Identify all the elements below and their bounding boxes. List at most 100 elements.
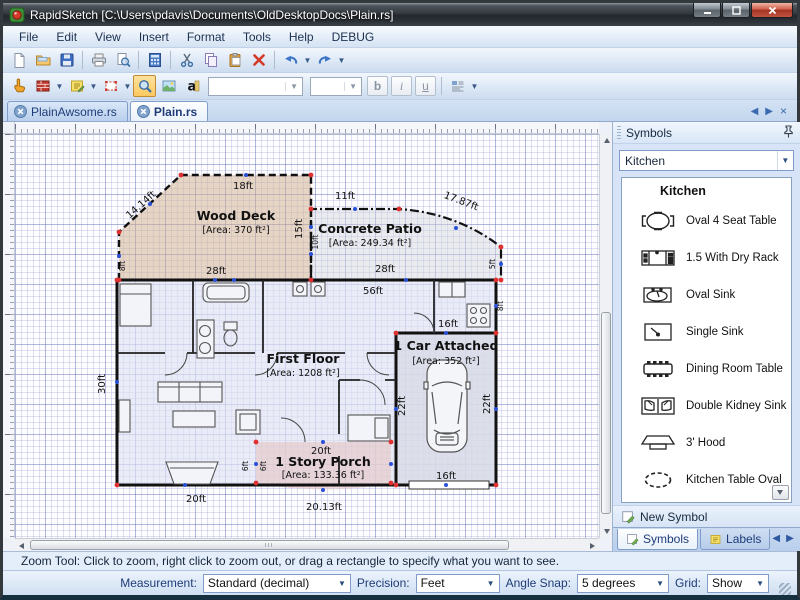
text-tool-icon[interactable]: a bbox=[181, 75, 204, 97]
symbol-group-title: Kitchen bbox=[622, 178, 791, 202]
precision-select[interactable]: Feet▼ bbox=[416, 574, 500, 593]
chevron-down-icon: ▼ bbox=[752, 579, 768, 588]
menu-tools[interactable]: Tools bbox=[235, 28, 279, 46]
sink-dry-rack-icon bbox=[636, 245, 680, 271]
tab-plain[interactable]: Plain.rs bbox=[130, 101, 208, 121]
tab-close-all-icon[interactable]: × bbox=[780, 104, 787, 118]
measurement-select[interactable]: Standard (decimal)▼ bbox=[203, 574, 351, 593]
dim-deck-bottom: 28ft bbox=[206, 266, 226, 277]
redo-icon[interactable] bbox=[313, 49, 336, 71]
menu-edit[interactable]: Edit bbox=[48, 28, 85, 46]
list-item[interactable]: 3' Hood bbox=[622, 424, 791, 461]
scroll-left-icon[interactable] bbox=[15, 539, 28, 552]
open-icon[interactable] bbox=[31, 49, 54, 71]
wall-dropdown-icon[interactable]: ▼ bbox=[55, 82, 64, 91]
menu-file[interactable]: File bbox=[11, 28, 46, 46]
image-tool-icon[interactable] bbox=[157, 75, 180, 97]
save-icon[interactable] bbox=[55, 49, 78, 71]
panel-tab-left-icon[interactable]: ◀ bbox=[772, 533, 780, 544]
note-dropdown-icon[interactable]: ▼ bbox=[89, 82, 98, 91]
list-item[interactable]: Double Kidney Sink bbox=[622, 387, 791, 424]
close-button[interactable] bbox=[751, 3, 793, 18]
floor-plan-canvas[interactable]: Wood Deck [Area: 370 ft²] Concrete Patio… bbox=[15, 134, 599, 538]
dim-patio-left: 10ft bbox=[311, 234, 320, 249]
undo-icon[interactable] bbox=[279, 49, 302, 71]
paste-icon[interactable] bbox=[223, 49, 246, 71]
tab-symbols[interactable]: Symbols bbox=[617, 529, 698, 550]
tab-scroll-left-icon[interactable]: ◀ bbox=[751, 106, 759, 117]
pointer-hand-icon[interactable] bbox=[7, 75, 30, 97]
redo-dropdown-icon[interactable]: ▼ bbox=[337, 56, 346, 65]
menu-debug[interactable]: DEBUG bbox=[324, 28, 383, 46]
list-scroll-down-icon[interactable] bbox=[772, 485, 789, 500]
delete-icon[interactable] bbox=[247, 49, 270, 71]
document-tabstrip: PlainAwsome.rs Plain.rs ◀ ▶ × bbox=[3, 100, 797, 122]
pin-icon[interactable] bbox=[783, 125, 794, 141]
align-icon[interactable] bbox=[446, 75, 469, 97]
cut-icon[interactable] bbox=[175, 49, 198, 71]
bold-button[interactable]: b bbox=[367, 76, 388, 96]
symbol-list: Kitchen Oval 4 Seat Table 1.5 With Dry R… bbox=[621, 177, 792, 503]
panel-tab-right-icon[interactable]: ▶ bbox=[786, 533, 794, 544]
horizontal-scroll-thumb[interactable] bbox=[30, 540, 509, 550]
font-size-combo[interactable]: ▼ bbox=[310, 77, 362, 96]
rectangle-dropdown-icon[interactable]: ▼ bbox=[123, 82, 132, 91]
dim-deck-left: 8ft bbox=[118, 261, 127, 271]
print-preview-icon[interactable] bbox=[111, 49, 134, 71]
vertical-scroll-thumb[interactable] bbox=[601, 312, 611, 514]
list-item[interactable]: Dining Room Table bbox=[622, 350, 791, 387]
font-combo[interactable]: ▼ bbox=[208, 77, 303, 96]
title-bar[interactable]: RapidSketch [C:\Users\pdavis\Documents\O… bbox=[3, 3, 797, 26]
scroll-up-icon[interactable] bbox=[600, 134, 613, 147]
house-area: [Area: 1208 ft²] bbox=[266, 368, 339, 379]
panel-grip[interactable] bbox=[617, 126, 621, 140]
ruler-corner bbox=[3, 122, 15, 134]
copy-icon[interactable] bbox=[199, 49, 222, 71]
minimize-button[interactable] bbox=[693, 3, 721, 18]
dim-porch-left2: 6ft bbox=[259, 461, 268, 471]
resize-grip[interactable] bbox=[779, 583, 791, 595]
dim-patio-curve: 17.87ft bbox=[442, 190, 480, 213]
menu-help[interactable]: Help bbox=[281, 28, 322, 46]
measurement-label: Measurement: bbox=[120, 576, 197, 590]
symbol-category-select[interactable]: Kitchen ▼ bbox=[619, 150, 794, 171]
list-item[interactable]: Oval Sink bbox=[622, 276, 791, 313]
zoom-tool-icon[interactable] bbox=[133, 75, 156, 97]
print-icon[interactable] bbox=[87, 49, 110, 71]
list-item[interactable]: Kitchen Table Oval bbox=[622, 461, 791, 498]
maximize-button[interactable] bbox=[722, 3, 750, 18]
rectangle-tool-icon[interactable] bbox=[99, 75, 122, 97]
canvas-vertical-scrollbar[interactable] bbox=[599, 134, 612, 538]
menu-view[interactable]: View bbox=[87, 28, 129, 46]
tab-labels[interactable]: Labels bbox=[700, 529, 770, 550]
symbols-panel: Symbols Kitchen ▼ Kitchen Oval 4 Seat Ta… bbox=[612, 122, 800, 551]
tab-close-icon[interactable] bbox=[14, 105, 27, 118]
scroll-down-icon[interactable] bbox=[600, 525, 613, 538]
list-item[interactable]: Single Sink bbox=[622, 313, 791, 350]
app-icon bbox=[9, 7, 25, 23]
note-tool-icon[interactable] bbox=[65, 75, 88, 97]
undo-dropdown-icon[interactable]: ▼ bbox=[303, 56, 312, 65]
list-item[interactable]: 1.5 With Dry Rack bbox=[622, 239, 791, 276]
status-text: Zoom Tool: Click to zoom, right click to… bbox=[21, 554, 559, 568]
align-dropdown-icon[interactable]: ▼ bbox=[470, 82, 479, 91]
angle-snap-select[interactable]: 5 degrees▼ bbox=[577, 574, 669, 593]
scroll-right-icon[interactable] bbox=[586, 539, 599, 552]
underline-button[interactable]: u bbox=[415, 76, 436, 96]
new-symbol-button[interactable]: New Symbol bbox=[613, 505, 800, 527]
precision-label: Precision: bbox=[357, 576, 410, 590]
dim-porch-bottom: 20.13ft bbox=[306, 502, 342, 513]
calculator-icon[interactable] bbox=[143, 49, 166, 71]
menu-format[interactable]: Format bbox=[179, 28, 233, 46]
grid-select[interactable]: Show▼ bbox=[707, 574, 769, 593]
ruler-left bbox=[3, 134, 15, 538]
canvas-horizontal-scrollbar[interactable] bbox=[15, 538, 599, 551]
tab-close-icon[interactable] bbox=[137, 105, 150, 118]
new-icon[interactable] bbox=[7, 49, 30, 71]
menu-insert[interactable]: Insert bbox=[131, 28, 177, 46]
italic-button[interactable]: i bbox=[391, 76, 412, 96]
tab-plainawsome[interactable]: PlainAwsome.rs bbox=[7, 101, 128, 121]
wall-tool-icon[interactable] bbox=[31, 75, 54, 97]
tab-scroll-right-icon[interactable]: ▶ bbox=[765, 106, 773, 117]
list-item[interactable]: Oval 4 Seat Table bbox=[622, 202, 791, 239]
